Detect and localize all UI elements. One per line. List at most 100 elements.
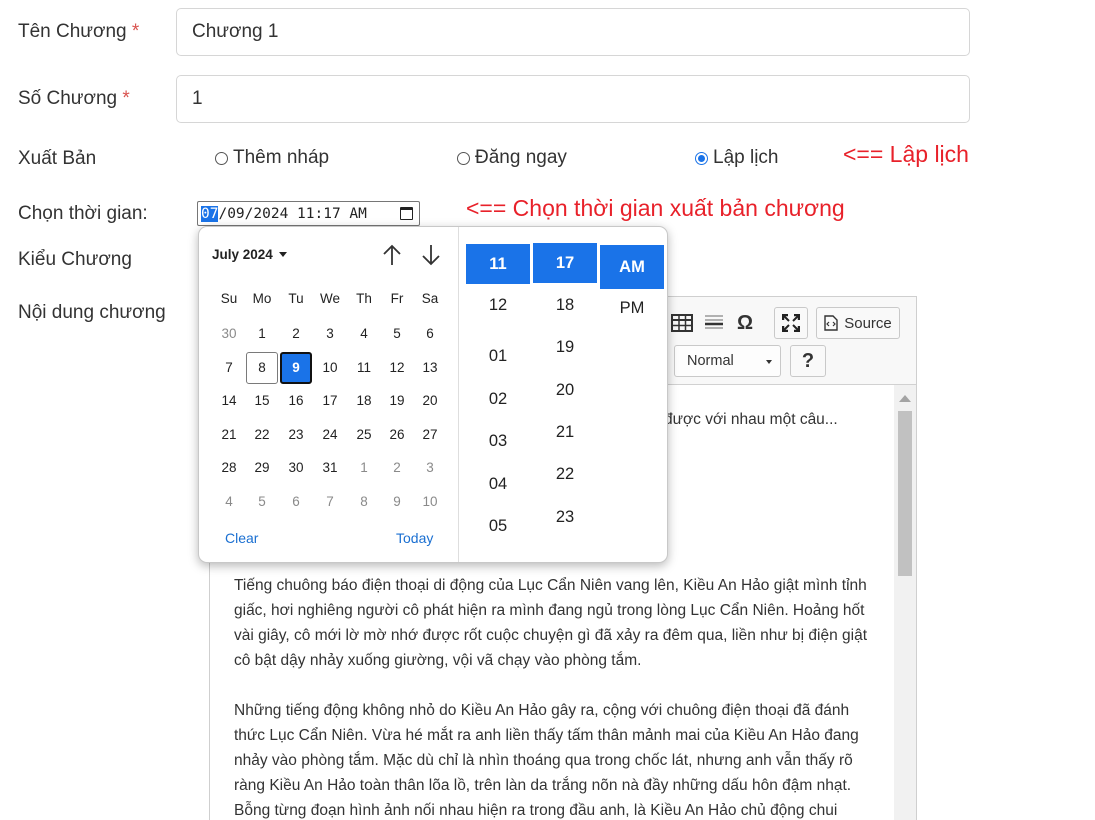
radio-schedule-circle[interactable] bbox=[695, 151, 708, 165]
calendar-day[interactable]: 4 bbox=[348, 318, 380, 350]
hour-option[interactable]: 12 bbox=[466, 285, 530, 325]
calendar-day[interactable]: 2 bbox=[381, 452, 413, 484]
scroll-up-icon[interactable] bbox=[899, 395, 911, 402]
minute-option[interactable]: 18 bbox=[533, 285, 597, 325]
calendar-day[interactable]: 8 bbox=[348, 486, 380, 518]
calendar-day[interactable]: 20 bbox=[414, 385, 446, 417]
minute-option[interactable]: 17 bbox=[533, 243, 597, 283]
calendar-day[interactable]: 2 bbox=[280, 318, 312, 350]
calendar-day[interactable]: 9 bbox=[381, 486, 413, 518]
table-icon[interactable] bbox=[670, 314, 693, 332]
hour-option[interactable]: 02 bbox=[466, 379, 530, 419]
datetime-month-segment[interactable]: 07 bbox=[201, 205, 219, 222]
calendar-day[interactable]: 4 bbox=[213, 486, 245, 518]
weekday-label: Th bbox=[356, 291, 372, 306]
format-select[interactable]: Normal bbox=[674, 345, 781, 377]
calendar-day[interactable]: 28 bbox=[213, 452, 245, 484]
calendar-day[interactable]: 24 bbox=[314, 419, 346, 451]
clear-button[interactable]: Clear bbox=[225, 530, 258, 546]
radio-draft-circle[interactable] bbox=[215, 151, 228, 165]
calendar-day[interactable]: 12 bbox=[381, 352, 413, 384]
weekday-label: Sa bbox=[421, 291, 439, 306]
calendar-day[interactable]: 15 bbox=[246, 385, 278, 417]
datetime-picker-popup: July 2024 Su Mo Tu We Th Fr Sa 30 1 2 3 4 5 6 7 8 9 10 11… bbox=[198, 226, 668, 563]
arrow-up-icon[interactable] bbox=[381, 243, 403, 267]
calendar-day[interactable]: 1 bbox=[348, 452, 380, 484]
maximize-button[interactable] bbox=[774, 307, 808, 339]
calendar-day[interactable]: 30 bbox=[213, 318, 245, 350]
editor-scrollbar[interactable] bbox=[894, 385, 916, 820]
minute-option[interactable]: 22 bbox=[533, 454, 597, 494]
calendar-day[interactable]: 18 bbox=[348, 385, 380, 417]
chapter-number-label: Số Chương * bbox=[18, 88, 130, 109]
calendar-day[interactable]: 29 bbox=[246, 452, 278, 484]
chapter-number-input[interactable]: 1 bbox=[176, 75, 970, 123]
minute-column[interactable]: 17 18 19 20 21 22 23 bbox=[533, 227, 597, 562]
content-paragraph: Những tiếng động không nhỏ do Kiều An Hả… bbox=[234, 702, 859, 819]
radio-publish-now[interactable]: Đăng ngay bbox=[457, 147, 567, 169]
ampm-option[interactable]: AM bbox=[600, 245, 664, 289]
calendar-day[interactable]: 5 bbox=[381, 318, 413, 350]
time-annotation: <== Chọn thời gian xuất bản chương bbox=[466, 195, 845, 221]
calendar-day[interactable]: 7 bbox=[213, 352, 245, 384]
radio-draft[interactable]: Thêm nháp bbox=[215, 147, 329, 169]
calendar-day[interactable]: 6 bbox=[414, 318, 446, 350]
calendar-day[interactable]: 5 bbox=[246, 486, 278, 518]
calendar-day[interactable]: 16 bbox=[280, 385, 312, 417]
minute-option[interactable]: 19 bbox=[533, 327, 597, 367]
calendar-day[interactable]: 6 bbox=[280, 486, 312, 518]
help-button[interactable]: ? bbox=[790, 345, 826, 377]
calendar-day[interactable]: 30 bbox=[280, 452, 312, 484]
arrow-down-icon[interactable] bbox=[420, 243, 442, 267]
calendar-day[interactable]: 9 bbox=[280, 351, 312, 384]
hour-option[interactable]: 05 bbox=[466, 506, 530, 546]
hour-option[interactable]: 04 bbox=[466, 464, 530, 504]
horizontal-line-icon[interactable] bbox=[703, 314, 725, 332]
scroll-thumb[interactable] bbox=[898, 411, 912, 576]
ampm-column[interactable]: AM PM bbox=[600, 227, 664, 562]
month-year-selector[interactable]: July 2024 bbox=[212, 247, 287, 262]
calendar-day[interactable]: 3 bbox=[414, 452, 446, 484]
calendar-icon[interactable] bbox=[400, 207, 413, 220]
calendar-day[interactable]: 10 bbox=[314, 352, 346, 384]
calendar-day[interactable]: 3 bbox=[314, 318, 346, 350]
ampm-option[interactable]: PM bbox=[600, 288, 664, 328]
calendar-day[interactable]: 26 bbox=[381, 419, 413, 451]
chapter-type-label: Kiểu Chương bbox=[18, 249, 132, 270]
special-char-icon[interactable]: Ω bbox=[737, 312, 753, 335]
chapter-name-input[interactable]: Chương 1 bbox=[176, 8, 970, 56]
minute-option[interactable]: 21 bbox=[533, 412, 597, 452]
source-button[interactable]: Source bbox=[816, 307, 900, 339]
radio-publish-now-circle[interactable] bbox=[457, 151, 470, 165]
hour-column[interactable]: 11 12 01 02 03 04 05 bbox=[466, 227, 530, 562]
calendar-day[interactable]: 17 bbox=[314, 385, 346, 417]
calendar-day[interactable]: 23 bbox=[280, 419, 312, 451]
calendar-day[interactable]: 10 bbox=[414, 486, 446, 518]
hour-option[interactable]: 11 bbox=[466, 244, 530, 284]
hour-option[interactable]: 03 bbox=[466, 421, 530, 461]
calendar-day[interactable]: 11 bbox=[348, 352, 380, 384]
calendar-day[interactable]: 22 bbox=[246, 419, 278, 451]
publish-label: Xuất Bản bbox=[18, 148, 97, 169]
content-label: Nội dung chương bbox=[18, 302, 166, 323]
calendar-day[interactable]: 14 bbox=[213, 385, 245, 417]
caret-down-icon bbox=[278, 252, 287, 257]
minute-option[interactable]: 20 bbox=[533, 370, 597, 410]
calendar-day[interactable]: 19 bbox=[381, 385, 413, 417]
calendar-day[interactable]: 31 bbox=[314, 452, 346, 484]
minute-option[interactable]: 23 bbox=[533, 497, 597, 537]
today-button[interactable]: Today bbox=[396, 530, 433, 546]
calendar-day[interactable]: 8 bbox=[246, 351, 278, 384]
calendar-day[interactable]: 21 bbox=[213, 419, 245, 451]
radio-schedule[interactable]: Lập lịch bbox=[695, 147, 779, 169]
calendar-day[interactable]: 25 bbox=[348, 419, 380, 451]
hour-option[interactable]: 01 bbox=[466, 336, 530, 376]
calendar-day[interactable]: 13 bbox=[414, 352, 446, 384]
datetime-rest[interactable]: /09/2024 11:17 AM bbox=[218, 206, 366, 222]
toolbar-group: Ω bbox=[666, 307, 758, 339]
datetime-input[interactable]: 07/09/2024 11:17 AM bbox=[197, 201, 420, 226]
calendar-day[interactable]: 7 bbox=[314, 486, 346, 518]
weekday-label: Mo bbox=[252, 291, 272, 306]
calendar-day[interactable]: 1 bbox=[246, 318, 278, 350]
calendar-day[interactable]: 27 bbox=[414, 419, 446, 451]
